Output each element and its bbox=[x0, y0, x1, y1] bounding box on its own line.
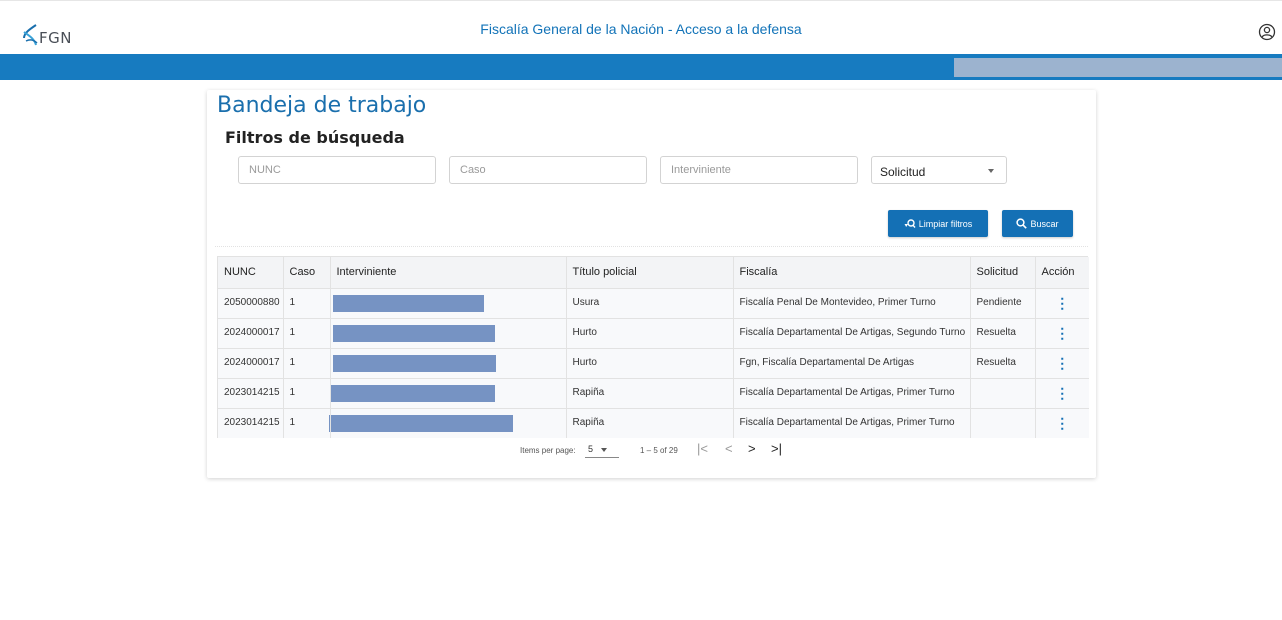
clear-filters-button[interactable]: Limpiar filtros bbox=[888, 210, 988, 237]
cell-fiscalia: Fiscalía Departamental De Artigas, Segun… bbox=[733, 318, 971, 349]
table-row[interactable]: 2024000017 1 Hurto Fgn, Fiscalía Departa… bbox=[218, 348, 1090, 379]
cell-solicitud bbox=[970, 408, 1036, 438]
cell-titulo: Hurto bbox=[566, 318, 734, 349]
chevron-down-icon bbox=[988, 169, 994, 173]
more-actions-icon[interactable]: ⋮ bbox=[1042, 416, 1090, 430]
table-row[interactable]: 2023014215 1 Rapiña Fiscalía Departament… bbox=[218, 378, 1090, 409]
cell-fiscalia: Fiscalía Penal De Montevideo, Primer Tur… bbox=[733, 288, 971, 319]
more-actions-icon[interactable]: ⋮ bbox=[1042, 356, 1090, 370]
cell-interviniente bbox=[330, 288, 567, 319]
items-per-page-select[interactable]: 5 bbox=[585, 444, 619, 458]
more-actions-icon[interactable]: ⋮ bbox=[1042, 326, 1090, 340]
cell-interviniente bbox=[330, 318, 567, 349]
column-header-solicitud[interactable]: Solicitud bbox=[970, 257, 1036, 289]
cell-caso: 1 bbox=[283, 318, 331, 349]
nav-bar bbox=[0, 54, 1282, 80]
app-title: Fiscalía General de la Nación - Acceso a… bbox=[480, 21, 802, 37]
redacted-name bbox=[330, 384, 495, 402]
page-title: Bandeja de trabajo bbox=[217, 93, 427, 118]
redacted-user-field bbox=[954, 58, 1282, 77]
cell-nunc: 2023014215 bbox=[218, 408, 284, 438]
solicitud-select-value: Solicitud bbox=[880, 165, 926, 179]
cell-accion: ⋮ bbox=[1035, 378, 1090, 409]
cell-nunc: 2023014215 bbox=[218, 378, 284, 409]
items-per-page-value: 5 bbox=[588, 444, 594, 454]
user-account-icon[interactable] bbox=[1258, 23, 1276, 41]
clear-filters-label: Limpiar filtros bbox=[918, 218, 973, 229]
cell-titulo: Rapiña bbox=[566, 408, 734, 438]
redacted-name bbox=[332, 324, 495, 342]
nunc-input[interactable] bbox=[239, 157, 435, 183]
page-range-label: 1 – 5 of 29 bbox=[640, 446, 678, 455]
table-header-row: NUNC Caso Interviniente Título policial … bbox=[218, 257, 1089, 289]
cell-titulo: Usura bbox=[566, 288, 734, 319]
first-page-icon[interactable]: |< bbox=[697, 441, 708, 456]
top-header: FGN Fiscalía General de la Nación - Acce… bbox=[0, 0, 1282, 54]
cell-interviniente bbox=[328, 408, 567, 438]
column-header-accion: Acción bbox=[1035, 257, 1089, 289]
items-per-page-label: Items per page: bbox=[520, 446, 576, 455]
cell-caso: 1 bbox=[283, 378, 331, 409]
cell-solicitud: Resuelta bbox=[970, 348, 1036, 379]
table-row[interactable]: 2024000017 1 Hurto Fiscalía Departamenta… bbox=[218, 318, 1090, 349]
work-tray-card: Bandeja de trabajo Filtros de búsqueda S… bbox=[207, 90, 1096, 478]
last-page-icon[interactable]: >| bbox=[771, 441, 782, 456]
cell-nunc: 2050000880 bbox=[218, 288, 284, 319]
cell-fiscalia: Fgn, Fiscalía Departamental De Artigas bbox=[733, 348, 971, 379]
divider bbox=[215, 246, 1088, 247]
column-header-interviniente[interactable]: Interviniente bbox=[330, 257, 567, 289]
table-row[interactable]: 2050000880 1 Usura Fiscalía Penal De Mon… bbox=[218, 288, 1090, 319]
cell-accion: ⋮ bbox=[1035, 408, 1089, 438]
cell-solicitud bbox=[970, 378, 1036, 409]
interviniente-field[interactable] bbox=[660, 156, 858, 184]
column-header-caso[interactable]: Caso bbox=[283, 257, 331, 289]
previous-page-icon[interactable]: < bbox=[725, 441, 733, 456]
solicitud-select[interactable]: Solicitud bbox=[871, 156, 1007, 184]
cell-accion: ⋮ bbox=[1035, 348, 1090, 379]
cell-fiscalia: Fiscalía Departamental De Artigas, Prime… bbox=[733, 408, 971, 438]
cell-interviniente bbox=[330, 348, 567, 379]
cell-nunc: 2024000017 bbox=[218, 318, 284, 349]
search-label: Buscar bbox=[1030, 218, 1059, 229]
next-page-icon[interactable]: > bbox=[748, 441, 756, 456]
cell-accion: ⋮ bbox=[1035, 288, 1090, 319]
cell-titulo: Rapiña bbox=[566, 378, 734, 409]
more-actions-icon[interactable]: ⋮ bbox=[1042, 296, 1090, 310]
caso-field[interactable] bbox=[449, 156, 647, 184]
clear-filter-icon bbox=[904, 218, 916, 228]
cell-caso: 1 bbox=[283, 288, 331, 319]
redacted-name bbox=[332, 354, 496, 372]
cell-accion: ⋮ bbox=[1035, 318, 1090, 349]
cell-solicitud: Pendiente bbox=[970, 288, 1036, 319]
cell-nunc: 2024000017 bbox=[218, 348, 284, 379]
cell-caso: 1 bbox=[283, 408, 331, 438]
chevron-down-icon bbox=[601, 448, 607, 452]
caso-input[interactable] bbox=[450, 157, 646, 183]
interviniente-input[interactable] bbox=[661, 157, 857, 183]
column-header-fiscalia[interactable]: Fiscalía bbox=[733, 257, 971, 289]
nunc-field[interactable] bbox=[238, 156, 436, 184]
search-button[interactable]: Buscar bbox=[1002, 210, 1073, 237]
table-row[interactable]: 2023014215 1 Rapiña Fiscalía Departament… bbox=[218, 408, 1089, 438]
column-header-nunc[interactable]: NUNC bbox=[218, 257, 284, 289]
search-icon bbox=[1016, 218, 1028, 229]
redacted-name bbox=[328, 414, 513, 432]
filters-title: Filtros de búsqueda bbox=[225, 128, 405, 147]
cell-solicitud: Resuelta bbox=[970, 318, 1036, 349]
cell-fiscalia: Fiscalía Departamental De Artigas, Prime… bbox=[733, 378, 971, 409]
column-header-titulo[interactable]: Título policial bbox=[566, 257, 734, 289]
results-table: NUNC Caso Interviniente Título policial … bbox=[217, 256, 1090, 438]
cell-caso: 1 bbox=[283, 348, 331, 379]
more-actions-icon[interactable]: ⋮ bbox=[1042, 386, 1090, 400]
paginator: Items per page: 5 1 – 5 of 29 |< < > >| bbox=[217, 438, 1088, 464]
cell-interviniente bbox=[330, 378, 567, 409]
cell-titulo: Hurto bbox=[566, 348, 734, 379]
redacted-name bbox=[332, 294, 484, 312]
